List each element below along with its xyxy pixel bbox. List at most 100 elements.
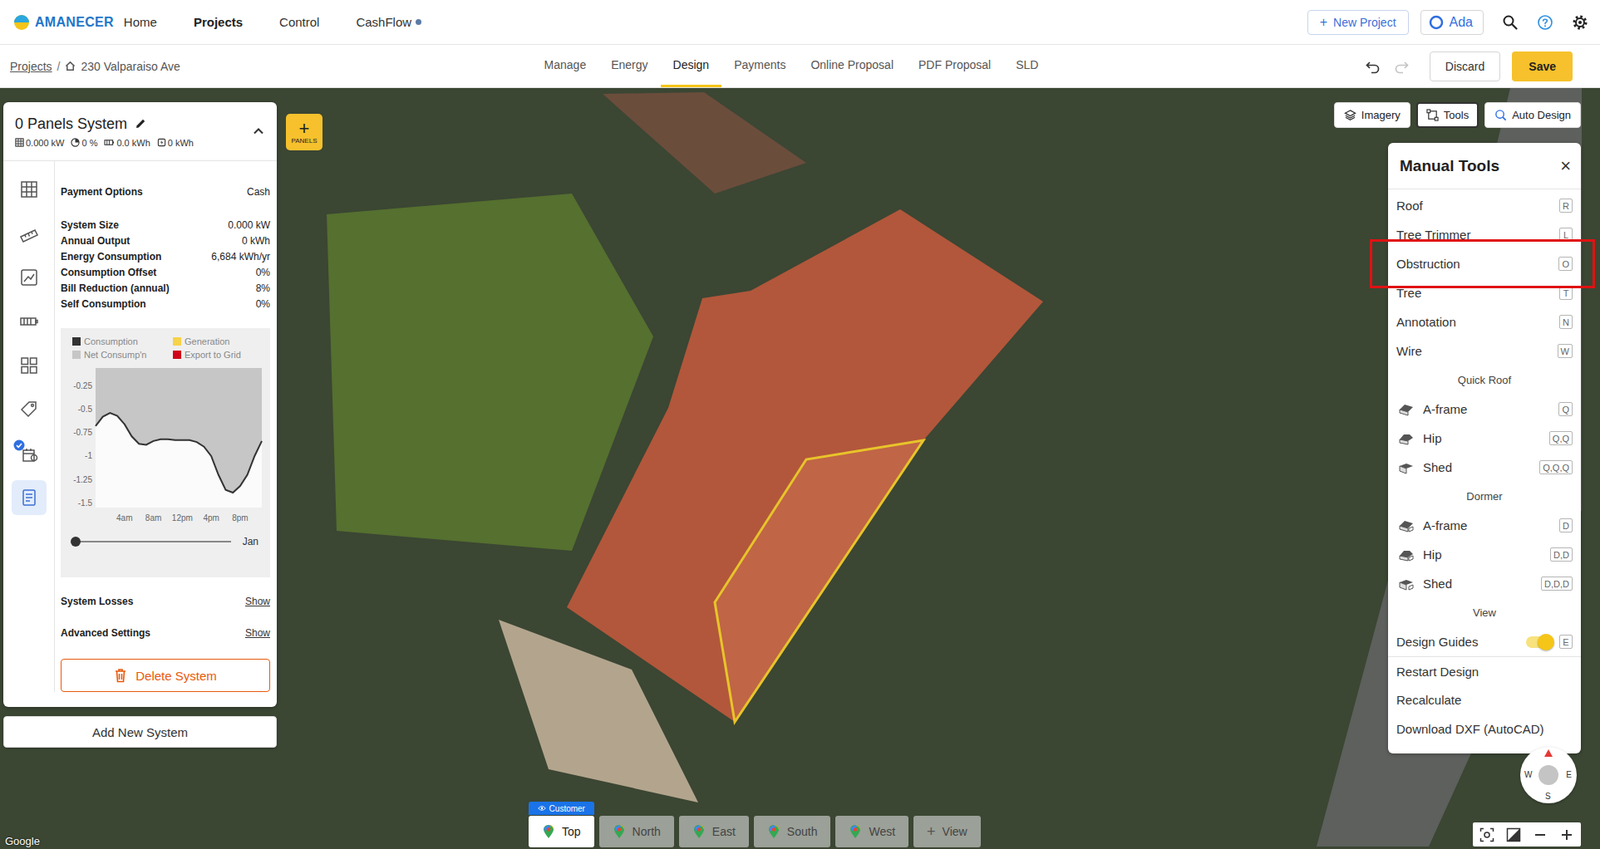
zoom-in-icon[interactable] [1559, 827, 1575, 843]
new-project-button[interactable]: +New Project [1307, 9, 1409, 35]
a-frame-roof-icon [1398, 402, 1415, 418]
help-icon[interactable] [1536, 14, 1554, 31]
top-nav: AMANECER Home Projects Control CashFlow +… [0, 0, 1600, 45]
tools-action[interactable]: Recalculate [1388, 685, 1581, 715]
legend-swatch [72, 350, 81, 360]
shed-roof-icon [1398, 576, 1415, 592]
y-tick: -0.25 [73, 381, 93, 391]
show-link[interactable]: Show [245, 627, 271, 640]
tool-item[interactable]: HipQ,Q [1388, 423, 1581, 453]
project-tab[interactable]: Payments [721, 44, 798, 88]
switch-knob [1537, 634, 1555, 651]
search-icon[interactable] [1501, 14, 1519, 31]
tools-action[interactable]: Restart Design [1388, 656, 1581, 686]
save-button[interactable]: Save [1511, 51, 1573, 82]
add-system-button[interactable]: Add New System [3, 716, 277, 749]
project-bar: Projects/230 Valparaiso AveManageEnergyD… [0, 44, 1600, 89]
project-tab[interactable]: PDF Proposal [905, 44, 1004, 88]
rail-item[interactable] [11, 436, 47, 472]
project-tab[interactable]: Design [660, 44, 723, 88]
tool-item[interactable]: WireW [1388, 336, 1581, 366]
project-tabs: ManageEnergyDesignPaymentsOnline Proposa… [531, 44, 1052, 88]
user-button[interactable]: Ada [1420, 9, 1484, 35]
tool-item[interactable]: AnnotationN [1388, 307, 1581, 337]
panel-grid-icon [14, 137, 25, 148]
project-tab[interactable]: Online Proposal [797, 44, 906, 88]
delete-system-button[interactable]: Delete System [60, 659, 271, 693]
discard-button[interactable]: Discard [1429, 51, 1501, 82]
project-tab[interactable]: Energy [598, 44, 660, 88]
nav-item[interactable]: CashFlow [355, 14, 422, 30]
view-tab[interactable]: +View [913, 816, 981, 848]
month-slider[interactable]: Jan [65, 529, 266, 548]
undo-icon[interactable] [1364, 58, 1382, 75]
panels-label: PANELS [291, 137, 318, 145]
map-attribution: Google [4, 835, 40, 848]
view-tab[interactable]: North [599, 816, 675, 848]
view-tab[interactable]: East [679, 816, 749, 848]
add-panels-button[interactable]: +PANELS [285, 113, 323, 151]
nav-item[interactable]: Control [279, 14, 320, 30]
map-toolbar-button[interactable]: Imagery [1334, 102, 1411, 128]
gear-icon[interactable] [1571, 14, 1589, 31]
compass[interactable]: WES [1520, 747, 1577, 804]
project-tab[interactable]: Manage [531, 44, 600, 88]
shortcut-key: O [1558, 256, 1573, 271]
compass-knob[interactable] [1538, 765, 1559, 786]
map-canvas[interactable]: 0 Panels System0.000 kW0 %0.0 kWh0 kWhPa… [0, 88, 1600, 849]
rail-item[interactable] [11, 392, 47, 428]
rail-item[interactable] [11, 304, 47, 340]
shortcut-key: R [1559, 198, 1573, 213]
tool-item[interactable]: RoofR [1388, 191, 1581, 221]
nav-item[interactable]: Home [123, 14, 158, 30]
system-stat: 0.0 kWh [103, 137, 150, 148]
sun-logo-icon [12, 13, 31, 32]
view-tab[interactable]: CustomerTop [528, 816, 595, 848]
show-link[interactable]: Show [245, 595, 271, 608]
brand-logo[interactable]: AMANECER [12, 13, 114, 32]
rail-item[interactable] [11, 260, 47, 296]
tool-item[interactable]: ShedQ,Q,Q [1388, 452, 1581, 483]
map-view-toggle-icon[interactable] [1506, 827, 1522, 843]
view-tab[interactable]: West [835, 816, 909, 848]
shortcut-key: Q [1558, 402, 1573, 417]
breadcrumb-root[interactable]: Projects [9, 59, 53, 74]
slider-track[interactable] [75, 541, 232, 543]
tool-item[interactable]: Tree TrimmerL [1388, 220, 1581, 250]
close-button[interactable]: × [1560, 155, 1571, 178]
document-icon [19, 487, 40, 508]
toggle-row[interactable]: Design GuidesE [1388, 627, 1581, 657]
slider-thumb[interactable] [70, 536, 81, 547]
system-stat: 0 kWh [157, 137, 194, 148]
rail-item[interactable] [11, 348, 47, 384]
screenshot-icon[interactable] [1479, 827, 1495, 843]
map-toolbar-button[interactable]: Auto Design [1484, 102, 1581, 128]
collapse-chevron-icon[interactable] [251, 124, 266, 138]
legend-swatch [172, 350, 182, 360]
breadcrumb: Projects/230 Valparaiso Ave [9, 44, 532, 88]
pencil-icon[interactable] [133, 117, 148, 131]
tools-action[interactable]: Download DXF (AutoCAD) [1388, 714, 1581, 744]
tool-item[interactable]: HipD,D [1388, 540, 1581, 570]
tools-section-heading: View [1388, 598, 1581, 628]
x-tick: 12pm [172, 513, 193, 523]
rail-item[interactable] [11, 172, 47, 207]
project-tab[interactable]: SLD [1003, 44, 1051, 88]
hip-roof-icon [1398, 547, 1415, 563]
design-guides-switch[interactable] [1526, 636, 1553, 649]
tool-item[interactable]: TreeT [1388, 278, 1581, 308]
tool-item[interactable]: ShedD,D,D [1388, 569, 1581, 599]
tool-item[interactable]: ObstructionO [1388, 249, 1581, 279]
redo-icon[interactable] [1393, 58, 1410, 75]
tool-item[interactable]: A-frameQ [1388, 394, 1581, 424]
rail-item[interactable] [11, 216, 47, 252]
rail-item[interactable] [11, 480, 47, 516]
tools-section-heading: Quick Roof [1388, 365, 1581, 395]
zoom-out-icon[interactable] [1532, 827, 1548, 843]
tool-item[interactable]: A-frameD [1388, 511, 1581, 541]
nav-item[interactable]: Projects [193, 14, 243, 30]
payment-options-row[interactable]: Payment OptionsCash [60, 184, 271, 200]
system-header: 0 Panels System0.000 kW0 %0.0 kWh0 kWh [3, 102, 277, 162]
view-tab[interactable]: South [753, 816, 832, 848]
map-toolbar-button[interactable]: Tools [1416, 102, 1479, 128]
